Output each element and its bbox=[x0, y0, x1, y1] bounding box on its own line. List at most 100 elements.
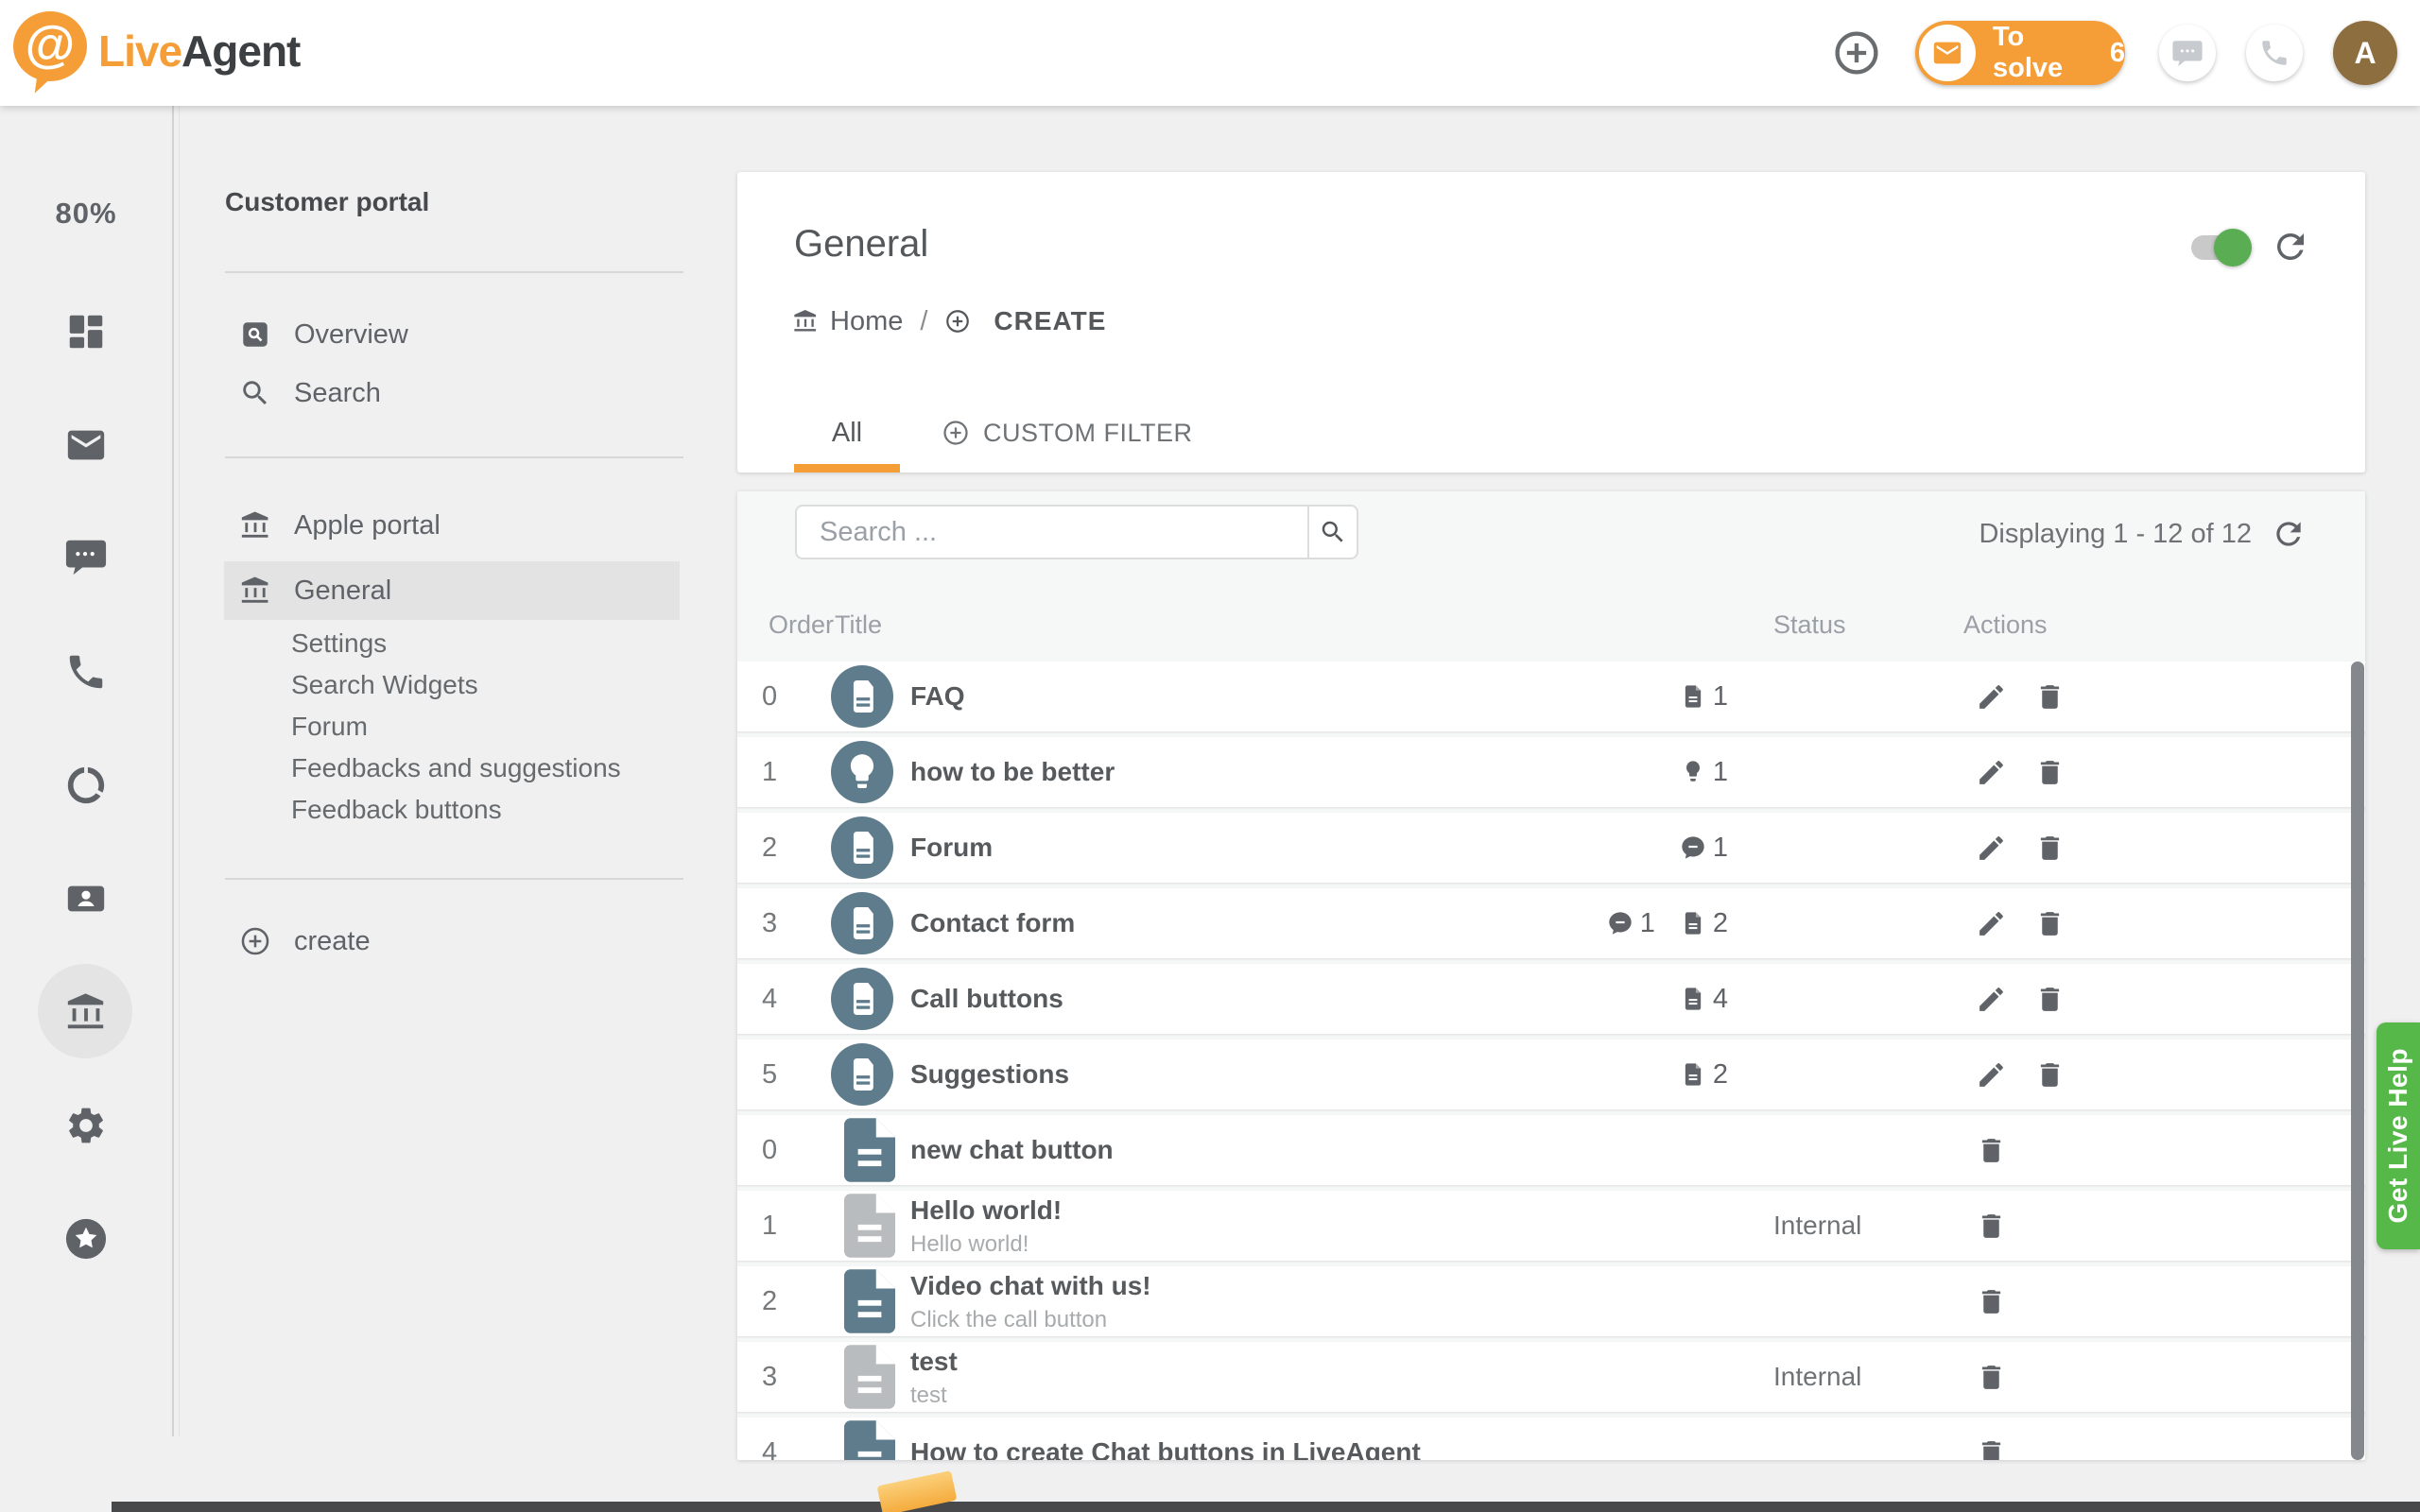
topbar: @ LiveAgent To solve 6 A bbox=[0, 0, 2420, 106]
row-title: Forum bbox=[910, 832, 1444, 864]
table-row[interactable]: 1 how to be better 1 bbox=[737, 737, 2365, 807]
table-row[interactable]: 0FAQ1 bbox=[737, 662, 2365, 731]
delete-button[interactable] bbox=[1974, 1435, 2008, 1460]
add-new-icon[interactable] bbox=[1832, 28, 1881, 77]
row-order: 4 bbox=[737, 984, 818, 1015]
rail-divider-light bbox=[179, 106, 180, 1436]
chat-icon[interactable] bbox=[64, 535, 108, 578]
bottom-bar bbox=[112, 1502, 2420, 1512]
delete-button[interactable] bbox=[2032, 982, 2066, 1016]
vertical-scrollbar[interactable] bbox=[2351, 662, 2364, 1460]
table-row[interactable]: 4How to create Chat buttons in LiveAgent bbox=[737, 1418, 2365, 1460]
phone-icon[interactable] bbox=[64, 650, 108, 694]
row-order: 1 bbox=[737, 1211, 818, 1242]
plus-circle-icon bbox=[239, 925, 271, 957]
sidebar-item-apple-portal[interactable]: Apple portal bbox=[224, 501, 680, 550]
chats-button[interactable] bbox=[2159, 25, 2216, 81]
row-title: new chat button bbox=[910, 1134, 1444, 1166]
sidebar-item-general[interactable]: General bbox=[224, 561, 680, 620]
row-title: Contact form bbox=[910, 907, 1444, 939]
row-order: 1 bbox=[737, 757, 818, 788]
table-row[interactable]: 4 Call buttons 4 bbox=[737, 964, 2365, 1034]
sidebar-item-overview[interactable]: Overview bbox=[224, 310, 680, 359]
edit-button[interactable] bbox=[1974, 1057, 2008, 1091]
calls-button[interactable] bbox=[2246, 25, 2303, 81]
contacts-icon[interactable] bbox=[64, 877, 108, 920]
column-header-title: Title bbox=[835, 610, 882, 640]
mail-icon[interactable] bbox=[64, 423, 108, 467]
delete-button[interactable] bbox=[2032, 1057, 2066, 1091]
sidebar-item-create[interactable]: create bbox=[224, 917, 680, 966]
row-order: 3 bbox=[737, 1362, 818, 1393]
tab-all[interactable]: All bbox=[794, 393, 900, 472]
bubble-count: 1 bbox=[1607, 908, 1655, 939]
bulb-count: 1 bbox=[1680, 757, 1728, 788]
sidebar-item-forum[interactable]: Forum bbox=[291, 706, 688, 747]
delete-button[interactable] bbox=[1974, 1360, 2008, 1394]
dashboard-icon[interactable] bbox=[64, 310, 108, 353]
search-input[interactable] bbox=[795, 505, 1307, 559]
delete-button[interactable] bbox=[1974, 1209, 2008, 1243]
star-icon[interactable] bbox=[64, 1217, 108, 1261]
table-row[interactable]: 5Suggestions2 bbox=[737, 1040, 2365, 1109]
table-row[interactable]: 0new chat button bbox=[737, 1115, 2365, 1185]
edit-button[interactable] bbox=[1974, 755, 2008, 789]
breadcrumb: Home / CREATE bbox=[792, 302, 1106, 340]
table-row[interactable]: 2Forum1 bbox=[737, 813, 2365, 883]
table-search bbox=[795, 505, 1358, 559]
search-button[interactable] bbox=[1307, 505, 1358, 559]
sidebar-item-settings[interactable]: Settings bbox=[291, 623, 688, 664]
delete-button[interactable] bbox=[2032, 906, 2066, 940]
to-solve-count: 6 bbox=[2110, 38, 2125, 69]
edit-button[interactable] bbox=[1974, 679, 2008, 713]
reports-icon[interactable] bbox=[64, 764, 108, 807]
search-icon bbox=[239, 377, 271, 409]
delete-button[interactable] bbox=[1974, 1284, 2008, 1318]
general-header-card: General Home / CREATE All CUSTOM FILTER bbox=[737, 172, 2365, 472]
sidebar-item-feedbacks-and-suggestions[interactable]: Feedbacks and suggestions bbox=[291, 747, 688, 789]
row-status: Internal bbox=[1728, 1211, 1945, 1241]
breadcrumb-create[interactable]: CREATE bbox=[994, 306, 1106, 336]
table-row[interactable]: 3testtestInternal bbox=[737, 1342, 2365, 1412]
sidebar-item-search-widgets[interactable]: Search Widgets bbox=[291, 664, 688, 706]
page-icon bbox=[818, 1420, 910, 1460]
active-tab-underline bbox=[794, 464, 900, 472]
delete-button[interactable] bbox=[2032, 679, 2066, 713]
to-solve-button[interactable]: To solve 6 bbox=[1915, 21, 2125, 85]
refresh-icon[interactable] bbox=[2271, 227, 2310, 266]
delete-button[interactable] bbox=[2032, 755, 2066, 789]
displaying-text: Displaying 1 - 12 of 12 bbox=[1979, 519, 2252, 550]
edit-button[interactable] bbox=[1974, 982, 2008, 1016]
liveagent-app: @ LiveAgent To solve 6 A bbox=[0, 0, 2420, 1512]
doc-count: 4 bbox=[1680, 984, 1728, 1015]
doc-count: 2 bbox=[1680, 1059, 1728, 1091]
refresh-icon[interactable] bbox=[2271, 516, 2307, 552]
avatar[interactable]: A bbox=[2333, 21, 2397, 85]
row-title: how to be better bbox=[910, 756, 1444, 788]
portal-enabled-toggle[interactable] bbox=[2191, 235, 2248, 260]
sidebar-item-feedback-buttons[interactable]: Feedback buttons bbox=[291, 789, 688, 831]
breadcrumb-home[interactable]: Home bbox=[830, 306, 903, 337]
edit-button[interactable] bbox=[1974, 831, 2008, 865]
table-row[interactable]: 3Contact form12 bbox=[737, 888, 2365, 958]
liveagent-logo[interactable]: @ LiveAgent bbox=[13, 11, 300, 85]
row-title: Video chat with us! bbox=[910, 1270, 1444, 1302]
sidebar-item-search[interactable]: Search bbox=[224, 369, 680, 418]
row-title: Call buttons bbox=[910, 983, 1444, 1015]
settings-icon[interactable] bbox=[64, 1104, 108, 1147]
column-header-actions: Actions bbox=[1963, 610, 2048, 640]
edit-button[interactable] bbox=[1974, 906, 2008, 940]
row-subtitle: test bbox=[910, 1383, 1444, 1409]
delete-button[interactable] bbox=[2032, 831, 2066, 865]
mail-badge-icon bbox=[1919, 25, 1976, 81]
delete-button[interactable] bbox=[1974, 1133, 2008, 1167]
tab-custom-filter[interactable]: CUSTOM FILTER bbox=[942, 393, 1193, 472]
row-title: How to create Chat buttons in LiveAgent bbox=[910, 1436, 1444, 1460]
table-row[interactable]: 2Video chat with us!Click the call butto… bbox=[737, 1266, 2365, 1336]
get-live-help-tab[interactable]: Get Live Help bbox=[2377, 1022, 2420, 1249]
page-icon bbox=[818, 1269, 910, 1333]
customer-portal-icon[interactable] bbox=[64, 990, 108, 1034]
logo-bubble-icon: @ bbox=[13, 11, 91, 85]
articles-table-section: Displaying 1 - 12 of 12 Order Title Stat… bbox=[737, 491, 2365, 1460]
table-row[interactable]: 1Hello world!Hello world!Internal bbox=[737, 1191, 2365, 1261]
